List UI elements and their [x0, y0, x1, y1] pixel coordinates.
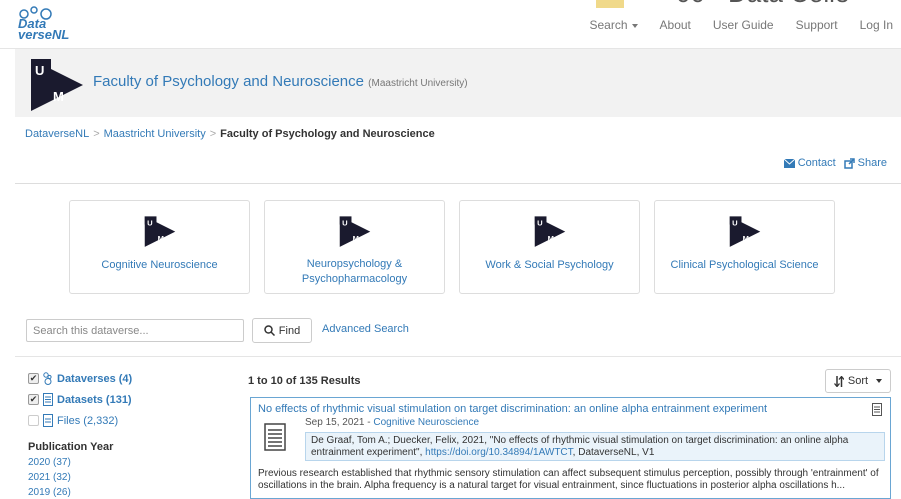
card-label: Work & Social Psychology — [485, 259, 614, 271]
svg-text:M: M — [548, 234, 554, 243]
svg-text:U: U — [537, 219, 543, 228]
advanced-search-link[interactable]: Advanced Search — [322, 323, 409, 335]
search-icon — [264, 325, 275, 336]
um-logo-icon: UM — [729, 216, 761, 247]
svg-text:M: M — [158, 234, 164, 243]
result-title-link[interactable]: No effects of rhythmic visual stimulatio… — [258, 403, 767, 415]
navbar: Data verseNL 00 - Data Colle Search Abou… — [0, 0, 901, 49]
divider — [15, 356, 901, 357]
svg-text:M: M — [353, 234, 359, 243]
card-label: Clinical Psychological Science — [670, 259, 819, 271]
breadcrumb: DataverseNL > Maastricht University > Facult… — [25, 128, 435, 140]
um-logo-icon: UM — [534, 216, 566, 247]
top-banner: 00 - Data Colle — [596, 0, 901, 8]
breadcrumb-current: Faculty of Psychology and Neuroscience — [220, 128, 435, 140]
dataverse-actions: Contact Share — [783, 157, 887, 169]
facet-year-item[interactable]: 2019 (26) — [28, 487, 71, 498]
search-result-card: No effects of rhythmic visual stimulatio… — [250, 397, 891, 499]
card-label: Neuropsychology & Psychopharmacology — [301, 258, 408, 285]
dataverse-header: U M Faculty of Psychology and Neuroscien… — [15, 49, 901, 117]
share-icon — [843, 157, 855, 169]
um-logo-icon[interactable]: U M — [29, 55, 85, 113]
svg-text:M: M — [743, 234, 749, 243]
svg-text:U: U — [342, 219, 348, 228]
facet-year-item[interactable]: 2021 (32) — [28, 472, 71, 483]
envelope-icon — [783, 158, 795, 168]
facet-files[interactable]: Files (2,332) — [28, 414, 118, 427]
dataverse-affiliation: (Maastricht University) — [368, 78, 468, 89]
checkbox-files[interactable] — [28, 415, 39, 426]
sort-icon — [833, 375, 844, 387]
share-button[interactable]: Share — [843, 157, 887, 169]
chevron-down-icon — [631, 23, 638, 28]
result-citation: De Graaf, Tom A.; Duecker, Felix, 2021, … — [305, 432, 885, 461]
featured-card-clinical-psychological-science[interactable]: UM Clinical Psychological Science — [654, 200, 835, 294]
chevron-down-icon — [876, 379, 883, 383]
breadcrumb-maastricht[interactable]: Maastricht University — [104, 128, 206, 140]
breadcrumb-dataversenl[interactable]: DataverseNL — [25, 128, 89, 140]
dataset-icon — [43, 393, 53, 406]
featured-card-neuropsychology[interactable]: UM Neuropsychology & Psychopharmacology — [264, 200, 445, 294]
dataverse-icon — [43, 372, 52, 385]
checkbox-dataverses[interactable]: ✔ — [28, 373, 39, 384]
um-logo-icon: UM — [144, 216, 176, 247]
nav-menu: Search About User Guide Support Log In — [568, 18, 894, 32]
doi-link[interactable]: https://doi.org/10.34894/1AWTCT — [425, 447, 573, 458]
dataset-icon — [872, 403, 882, 416]
facet-dataverses[interactable]: ✔ Dataverses (4) — [28, 372, 132, 385]
result-dataverse-link[interactable]: Cognitive Neuroscience — [373, 417, 479, 428]
checkbox-datasets[interactable]: ✔ — [28, 394, 39, 405]
svg-text:M: M — [53, 89, 64, 104]
svg-text:U: U — [35, 63, 44, 78]
find-button[interactable]: Find — [252, 318, 312, 343]
nav-about[interactable]: About — [660, 18, 691, 32]
result-abstract: Previous research established that rhyth… — [258, 468, 879, 491]
logo-text: Data verseNL — [18, 16, 70, 42]
dataset-thumbnail-icon — [264, 423, 286, 451]
nav-user-guide[interactable]: User Guide — [713, 18, 774, 32]
result-meta: Sep 15, 2021 - Cognitive Neuroscience — [305, 417, 480, 428]
result-count: 1 to 10 of 135 Results — [248, 375, 361, 387]
file-icon — [43, 414, 53, 427]
card-label: Cognitive Neuroscience — [101, 259, 218, 271]
facet-heading-publication-year: Publication Year — [28, 441, 114, 453]
contact-button[interactable]: Contact — [783, 157, 836, 169]
dataversenl-logo[interactable]: Data verseNL — [18, 6, 78, 44]
sort-button[interactable]: Sort — [825, 369, 891, 393]
facet-year-item[interactable]: 2020 (37) — [28, 457, 71, 468]
search-input[interactable] — [26, 319, 244, 342]
featured-card-cognitive-neuroscience[interactable]: UM Cognitive Neuroscience — [69, 200, 250, 294]
um-logo-icon: UM — [339, 216, 371, 247]
svg-text:U: U — [147, 219, 153, 228]
divider — [15, 183, 901, 184]
featured-card-work-social-psychology[interactable]: UM Work & Social Psychology — [459, 200, 640, 294]
nav-support[interactable]: Support — [796, 18, 838, 32]
nav-login[interactable]: Log In — [860, 18, 893, 32]
dataverse-title[interactable]: Faculty of Psychology and Neuroscience (… — [93, 73, 468, 90]
nav-search[interactable]: Search — [590, 18, 638, 32]
svg-text:U: U — [732, 219, 738, 228]
facet-datasets[interactable]: ✔ Datasets (131) — [28, 393, 132, 406]
